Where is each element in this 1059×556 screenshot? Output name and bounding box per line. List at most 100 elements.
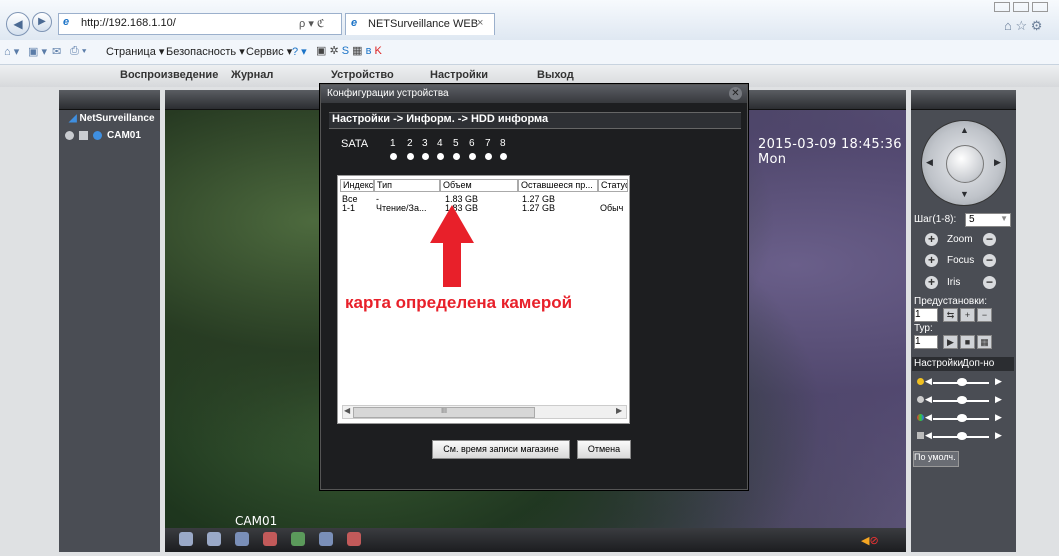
scroll-left-icon[interactable]: ◀ <box>344 406 350 415</box>
ptz-joystick[interactable]: ▲ ▼ ◀ ▶ <box>921 120 1007 206</box>
close-icon[interactable]: ✕ <box>729 87 742 100</box>
sata-port-number: 4 <box>437 138 443 149</box>
annotation-text: карта определена камерой <box>345 293 573 312</box>
menu-settings[interactable]: Настройки <box>430 69 488 81</box>
ptz-center-button[interactable] <box>946 145 984 183</box>
addon-icons[interactable]: ▣ ✲ S ▦ ʙ K <box>316 44 426 58</box>
menu-log[interactable]: Журнал <box>231 69 273 81</box>
scroll-right-icon[interactable]: ▶ <box>616 406 622 415</box>
help-icon[interactable]: ? ▾ <box>292 45 307 58</box>
column-header[interactable]: Статус <box>598 179 628 192</box>
osd-camera-name: CAM01 <box>235 514 278 528</box>
chevron-down-icon: ▼ <box>1000 214 1008 223</box>
iris-label: Iris <box>947 277 961 288</box>
sata-port-status-icon <box>390 153 397 160</box>
preset-goto-icon[interactable]: ⇆ <box>943 308 958 322</box>
column-header[interactable]: Объем <box>440 179 518 192</box>
record-time-button[interactable]: См. время записи магазине <box>432 440 570 459</box>
default-button[interactable]: По умолч. <box>913 451 959 467</box>
menu-exit[interactable]: Выход <box>537 69 574 81</box>
hue-icon <box>917 432 924 439</box>
ptz-tabs: Настройки Доп-но <box>912 357 1014 371</box>
tour-label: Тур: <box>914 323 933 334</box>
zoom-out-icon[interactable]: − <box>983 233 996 246</box>
ptz-right-icon[interactable]: ▶ <box>994 157 1001 168</box>
menu-tools[interactable]: Сервис ▾ <box>246 45 292 58</box>
channel-panel-header <box>59 90 160 110</box>
dialog-title-bar[interactable]: Конфигурации устройства ✕ <box>321 85 747 103</box>
preset-input[interactable]: 1 <box>914 308 938 322</box>
play-icon[interactable] <box>79 130 88 140</box>
volume-icon[interactable]: ◀⊘ <box>861 534 879 547</box>
talk-stop-icon[interactable] <box>347 532 361 546</box>
sata-port-status-icon <box>422 153 429 160</box>
menu-page[interactable]: Страница ▾ <box>106 45 164 58</box>
record-start-icon[interactable] <box>235 532 249 546</box>
home-star-gear-icons[interactable]: ⌂ ☆ ⚙ <box>1004 18 1042 34</box>
home-icon[interactable]: ⌂ ▾ <box>4 45 19 58</box>
zoom-in-icon[interactable]: + <box>925 233 938 246</box>
feeds-icon[interactable]: ▣ ▾ <box>28 45 47 58</box>
focus-in-icon[interactable]: + <box>925 254 938 267</box>
menu-security[interactable]: Безопасность ▾ <box>166 45 245 58</box>
contrast-icon <box>917 396 924 403</box>
ptz-left-icon[interactable]: ◀ <box>926 157 933 168</box>
preset-add-icon[interactable]: + <box>960 308 975 322</box>
menu-device[interactable]: Устройство <box>331 69 394 81</box>
record-icon[interactable] <box>65 130 74 140</box>
back-icon[interactable]: ◀ <box>6 12 30 36</box>
browser-tab[interactable]: e NETSurveillance WEB × <box>345 13 495 35</box>
sata-port-status-icon <box>453 153 460 160</box>
contrast-slider[interactable]: ◀ ▶ <box>917 394 1009 406</box>
column-header[interactable]: Тип <box>374 179 440 192</box>
mail-icon[interactable]: ✉ <box>52 45 61 58</box>
tab-title: NETSurveillance WEB <box>368 18 479 30</box>
tab-close-icon[interactable]: × <box>477 17 483 29</box>
talk-icon[interactable] <box>319 532 333 546</box>
scroll-thumb[interactable]: III <box>353 407 535 418</box>
cancel-button[interactable]: Отмена <box>577 440 631 459</box>
column-header[interactable]: Оставшееся пр... <box>518 179 598 192</box>
tab-image-settings[interactable]: Настройки <box>914 358 963 369</box>
step-select[interactable]: 5 ▼ <box>965 213 1011 227</box>
hue-slider[interactable]: ◀ ▶ <box>917 430 1009 442</box>
focus-out-icon[interactable]: − <box>983 254 996 267</box>
device-config-dialog: Конфигурации устройства ✕ Настройки -> И… <box>320 84 748 490</box>
column-header[interactable]: Индекс <box>340 179 374 192</box>
fullscreen-icon[interactable] <box>179 532 193 546</box>
zoom-label: Zoom <box>947 234 973 245</box>
device-tree-root[interactable]: ◢ NetSurveillance <box>69 113 155 124</box>
ptz-panel: ▲ ▼ ◀ ▶ Шаг(1-8): 5 ▼ + Zoom − + Focus − … <box>911 90 1016 552</box>
sata-port-number: 5 <box>453 138 459 149</box>
tab-extra[interactable]: Доп-но <box>962 358 994 369</box>
tour-input[interactable]: 1 <box>914 335 938 349</box>
print-icon[interactable]: ⎙ ▾ <box>70 45 86 58</box>
forward-icon[interactable]: ▶ <box>32 12 52 32</box>
menu-playback[interactable]: Воспроизведение <box>120 69 218 81</box>
saturation-slider[interactable]: ◀ ▶ <box>917 412 1009 424</box>
window-controls[interactable] <box>994 2 1054 12</box>
ptz-up-icon[interactable]: ▲ <box>960 125 969 135</box>
camera-label: CAM01 <box>107 130 141 141</box>
sata-port-number: 1 <box>390 138 396 149</box>
brightness-slider[interactable]: ◀ ▶ <box>917 376 1009 388</box>
single-view-icon[interactable] <box>207 532 221 546</box>
iris-close-icon[interactable]: − <box>983 276 996 289</box>
tour-stop-icon[interactable]: ■ <box>960 335 975 349</box>
snapshot-icon[interactable] <box>291 532 305 546</box>
url-text: http://192.168.1.10/ <box>81 17 176 29</box>
record-stop-icon[interactable] <box>263 532 277 546</box>
tour-play-icon[interactable]: ▶ <box>943 335 958 349</box>
horizontal-scrollbar[interactable]: ◀ III ▶ <box>342 405 627 419</box>
preset-remove-icon[interactable]: − <box>977 308 992 322</box>
tour-grid-icon[interactable]: ▦ <box>977 335 992 349</box>
table-row[interactable]: 1-1 Чтение/За... 1.83 GB 1.27 GB Обыч <box>338 203 627 213</box>
dialog-title: Конфигурации устройства <box>327 88 449 99</box>
search-refresh-icons[interactable]: ρ ▾ ℭ <box>299 17 325 30</box>
ptz-down-icon[interactable]: ▼ <box>960 189 969 199</box>
iris-open-icon[interactable]: + <box>925 276 938 289</box>
address-bar[interactable]: e http://192.168.1.10/ ρ ▾ ℭ <box>58 13 342 35</box>
camera-row[interactable]: CAM01 <box>65 130 141 141</box>
command-bar: ⌂ ▾ ▣ ▾ ✉ ⎙ ▾ Страница ▾ Безопасность ▾ … <box>0 40 1059 65</box>
sata-port-number: 7 <box>485 138 491 149</box>
